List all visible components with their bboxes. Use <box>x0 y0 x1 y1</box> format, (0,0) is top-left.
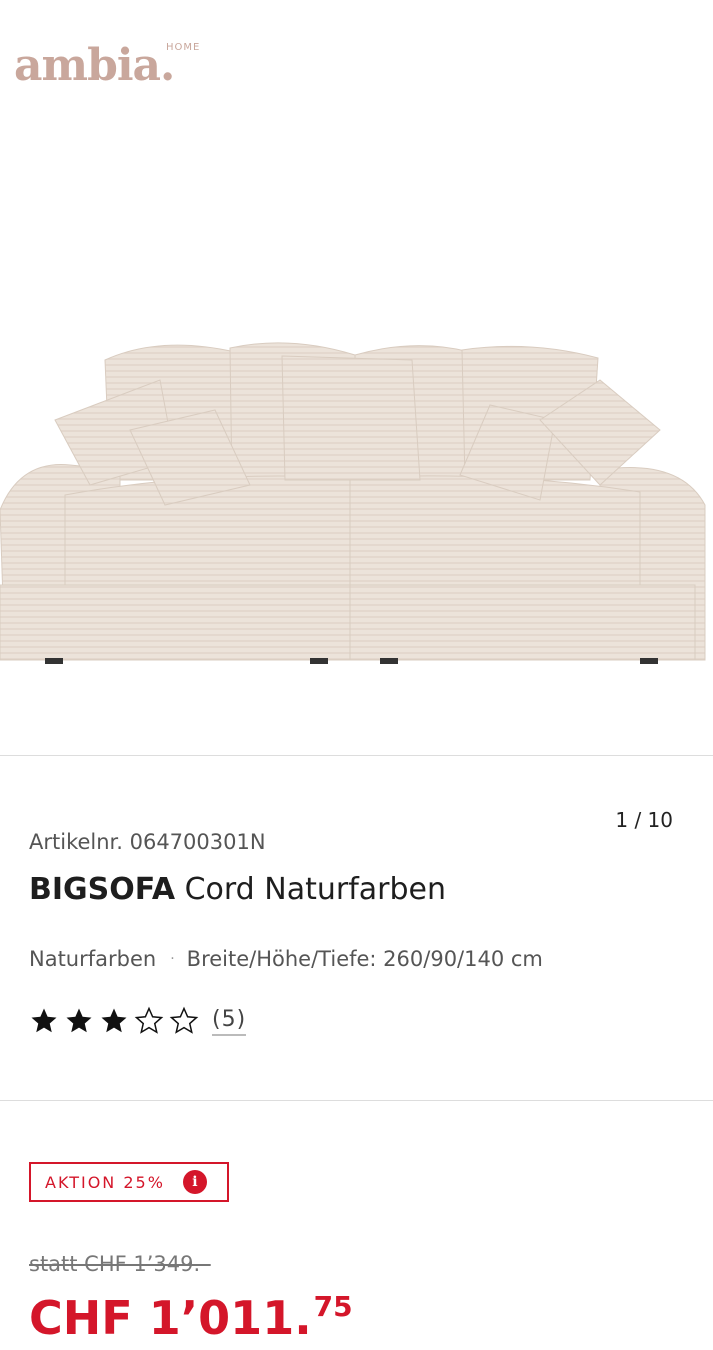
info-icon[interactable]: i <box>182 1170 207 1194</box>
price-main: CHF 1’011. <box>29 1291 312 1345</box>
promo-badge[interactable]: AKTION 25% i <box>29 1162 229 1202</box>
product-image-gallery[interactable]: 1 / 10 <box>0 110 713 832</box>
section-divider <box>0 1100 713 1101</box>
review-count-link[interactable]: (5) <box>212 1007 247 1036</box>
meta-separator: · <box>170 951 175 967</box>
star-empty-icon <box>134 1006 164 1034</box>
star-filled-icon <box>31 1008 57 1033</box>
star-empty-icon <box>169 1006 199 1034</box>
gallery-counter: 1 / 10 <box>615 808 673 832</box>
current-price: CHF 1’011.75 <box>29 1290 353 1345</box>
product-dimensions: Breite/Höhe/Tiefe: 260/90/140 cm <box>186 947 543 971</box>
logo-wordmark: ambia. <box>14 40 175 91</box>
product-color: Naturfarben <box>29 947 157 971</box>
product-title-rest: Cord Naturfarben <box>184 872 446 907</box>
product-image <box>0 342 706 664</box>
star-filled-icon <box>66 1008 92 1033</box>
product-meta: Naturfarben · Breite/Höhe/Tiefe: 260/90/14… <box>29 947 543 971</box>
logo-subtext: HOME <box>166 42 201 53</box>
price-cents: 75 <box>313 1290 353 1323</box>
product-title: BIGSOFA Cord Naturfarben <box>29 872 446 907</box>
old-price: statt CHF 1’349.– <box>29 1252 211 1276</box>
rating[interactable]: (5) <box>29 1006 247 1036</box>
promo-badge-label: AKTION 25% <box>45 1172 165 1192</box>
brand-logo[interactable]: ambia. HOME <box>14 38 234 88</box>
article-number: Artikelnr. 064700301N <box>29 830 266 854</box>
section-divider <box>0 755 713 756</box>
star-filled-icon <box>101 1008 127 1033</box>
product-title-bold: BIGSOFA <box>29 872 176 907</box>
